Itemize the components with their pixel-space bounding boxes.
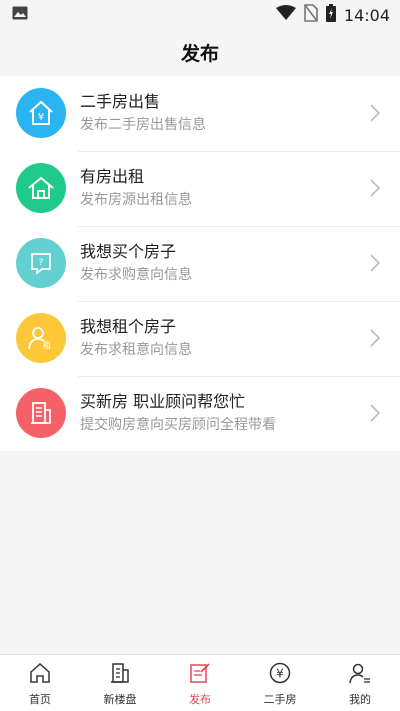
edit-icon <box>188 661 212 689</box>
chevron-right-icon <box>370 104 381 126</box>
chevron-right-icon <box>370 179 381 201</box>
item-subtitle: 发布二手房出售信息 <box>80 117 206 133</box>
tab-secondhand[interactable]: ¥ 二手房 <box>240 655 320 711</box>
status-time: 14:04 <box>343 5 390 25</box>
image-icon <box>12 6 28 24</box>
user-icon <box>348 661 372 689</box>
tab-label: 首页 <box>29 693 51 706</box>
tab-new-buildings[interactable]: 新楼盘 <box>80 655 160 711</box>
tab-me[interactable]: 我的 <box>320 655 400 711</box>
building-icon <box>16 388 66 438</box>
item-title: 我想买个房子 <box>80 242 177 261</box>
item-title: 买新房 职业顾问帮您忙 <box>80 392 246 411</box>
list-item-new-house[interactable]: 买新房 职业顾问帮您忙 提交购房意向买房顾问全程带看 <box>0 376 400 451</box>
header: 发布 <box>0 28 400 76</box>
svg-text:¥: ¥ <box>276 667 284 681</box>
tab-label: 新楼盘 <box>103 693 137 706</box>
item-title: 二手房出售 <box>80 92 161 111</box>
status-bar: 14:04 <box>0 0 400 28</box>
item-subtitle: 发布求租意向信息 <box>80 342 192 358</box>
question-bubble-icon: ? <box>16 238 66 288</box>
house-yuan-icon: ¥ <box>16 88 66 138</box>
chevron-right-icon <box>370 329 381 351</box>
item-title: 有房出租 <box>80 167 145 186</box>
bottom-tab-bar: 首页 新楼盘 发布 ¥ 二手房 我的 <box>0 654 400 711</box>
person-rent-icon: 租 <box>16 313 66 363</box>
item-title: 我想租个房子 <box>80 317 177 336</box>
item-subtitle: 提交购房意向买房顾问全程带看 <box>80 417 276 433</box>
item-subtitle: 发布房源出租信息 <box>80 192 192 208</box>
battery-icon <box>325 4 336 26</box>
svg-text:¥: ¥ <box>38 112 44 123</box>
list-item-want-rent[interactable]: 租 我想租个房子 发布求租意向信息 <box>0 301 400 376</box>
building-icon <box>108 661 132 689</box>
tab-label: 二手房 <box>263 693 297 706</box>
list-item-rent-out[interactable]: 有房出租 发布房源出租信息 <box>0 151 400 226</box>
chevron-right-icon <box>370 404 381 426</box>
item-subtitle: 发布求购意向信息 <box>80 267 192 283</box>
publish-list: ¥ 二手房出售 发布二手房出售信息 有房出租 发布房源出租信息 ? 我想买个房子… <box>0 76 400 451</box>
tab-publish[interactable]: 发布 <box>160 655 240 711</box>
svg-text:?: ? <box>39 258 44 268</box>
list-item-sell-secondhand[interactable]: ¥ 二手房出售 发布二手房出售信息 <box>0 76 400 151</box>
home-icon <box>28 661 52 689</box>
svg-text:租: 租 <box>43 341 51 350</box>
yuan-icon: ¥ <box>268 661 292 689</box>
chevron-right-icon <box>370 254 381 276</box>
no-sim-icon <box>304 4 318 26</box>
list-item-want-buy[interactable]: ? 我想买个房子 发布求购意向信息 <box>0 226 400 301</box>
page-title: 发布 <box>180 42 219 65</box>
tab-label: 我的 <box>349 693 371 706</box>
wifi-icon <box>275 5 296 25</box>
tab-home[interactable]: 首页 <box>0 655 80 711</box>
tab-label: 发布 <box>189 693 211 706</box>
house-icon <box>16 163 66 213</box>
